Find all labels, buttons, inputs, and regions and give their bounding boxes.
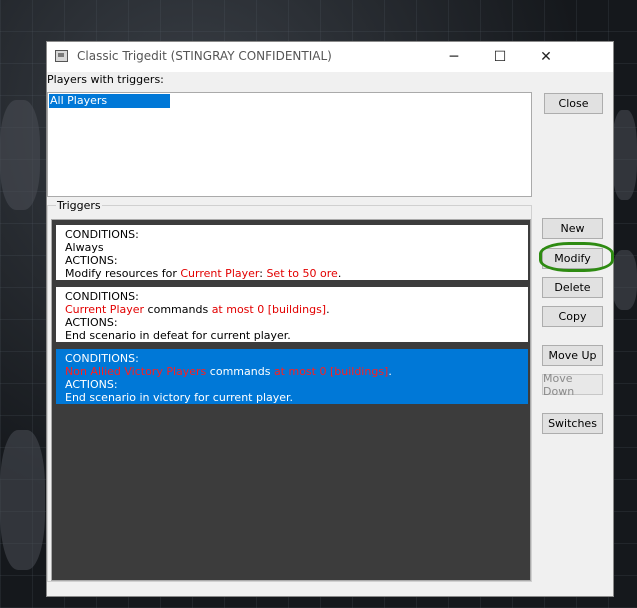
trigedit-window: Classic Trigedit (STINGRAY CONFIDENTIAL)… <box>46 41 614 597</box>
terrain-blob <box>0 100 40 210</box>
terrain-blob <box>612 110 637 200</box>
triggers-label: Triggers <box>56 199 102 212</box>
move-up-button[interactable]: Move Up <box>542 345 603 366</box>
actions-label: ACTIONS: <box>65 254 118 267</box>
conditions-label: CONDITIONS: <box>65 228 139 241</box>
condition-text: Non Allied Victory Players commands at m… <box>65 365 392 378</box>
maximize-icon: ☐ <box>493 49 507 65</box>
title-bar[interactable]: Classic Trigedit (STINGRAY CONFIDENTIAL)… <box>47 42 613 72</box>
annotation-circle <box>539 242 614 272</box>
close-window-button[interactable]: ✕ <box>523 42 569 72</box>
player-item-all-players[interactable]: All Players <box>49 94 170 108</box>
copy-button[interactable]: Copy <box>542 306 603 327</box>
delete-button[interactable]: Delete <box>542 277 603 298</box>
trigger-list[interactable]: CONDITIONS: Always ACTIONS: Modify resou… <box>51 219 531 581</box>
close-button[interactable]: Close <box>544 93 603 114</box>
conditions-label: CONDITIONS: <box>65 352 139 365</box>
trigger-item[interactable]: CONDITIONS: Always ACTIONS: Modify resou… <box>56 225 528 280</box>
terrain-blob <box>0 430 45 570</box>
window-title: Classic Trigedit (STINGRAY CONFIDENTIAL) <box>77 49 332 63</box>
trigger-item[interactable]: CONDITIONS: Current Player commands at m… <box>56 287 528 342</box>
triggers-group: Triggers CONDITIONS: Always ACTIONS: Mod… <box>47 199 532 582</box>
close-icon: ✕ <box>540 49 552 65</box>
condition-text: Current Player commands at most 0 [build… <box>65 303 330 316</box>
switches-button[interactable]: Switches <box>542 413 603 434</box>
new-button[interactable]: New <box>542 218 603 239</box>
maximize-button[interactable]: ☐ <box>477 42 523 72</box>
action-text: End scenario in defeat for current playe… <box>65 329 291 342</box>
players-list[interactable]: All Players <box>47 92 532 197</box>
actions-label: ACTIONS: <box>65 378 118 391</box>
move-down-button[interactable]: Move Down <box>542 372 603 398</box>
actions-label: ACTIONS: <box>65 316 118 329</box>
condition-text: Always <box>65 241 104 254</box>
terrain-blob <box>612 250 637 310</box>
players-label: Players with triggers: <box>47 73 164 86</box>
action-text: End scenario in victory for current play… <box>65 391 294 404</box>
app-icon <box>55 50 68 62</box>
trigger-item-selected[interactable]: CONDITIONS: Non Allied Victory Players c… <box>56 349 528 404</box>
conditions-label: CONDITIONS: <box>65 290 139 303</box>
minimize-button[interactable]: ─ <box>431 42 477 72</box>
action-text: Modify resources for Current Player: Set… <box>65 267 342 280</box>
minimize-icon: ─ <box>449 49 459 65</box>
